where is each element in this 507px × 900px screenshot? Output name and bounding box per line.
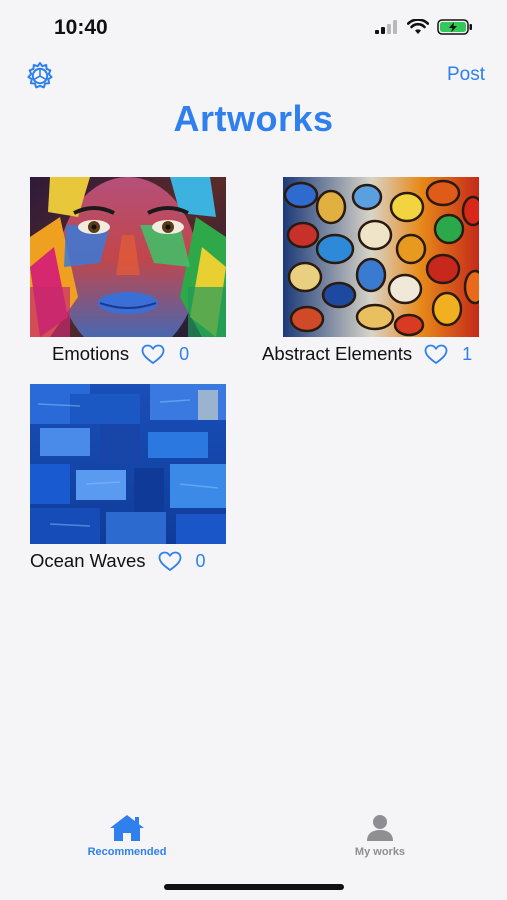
home-indicator: [164, 884, 344, 890]
home-icon: [110, 815, 144, 841]
person-icon: [367, 815, 393, 841]
like-count: 0: [179, 343, 190, 364]
heart-icon: [141, 344, 165, 364]
artwork-title: Abstract Elements: [262, 343, 413, 364]
like-count: 1: [462, 343, 473, 364]
tab-bar: Recommended My works: [0, 810, 507, 880]
battery-charging-icon: [437, 19, 472, 35]
artwork-card-emotions[interactable]: Emotions 0: [30, 177, 226, 364]
artwork-title: Emotions: [52, 343, 130, 364]
tab-recommended[interactable]: Recommended: [62, 814, 192, 858]
like-button[interactable]: 0: [141, 344, 189, 365]
status-bar: 10:40: [0, 0, 507, 56]
artwork-title: Ocean Waves: [30, 550, 146, 571]
gear-icon: [27, 62, 53, 89]
tab-label: My works: [354, 846, 406, 858]
artwork-image-emotions[interactable]: [30, 177, 226, 337]
artwork-card-ocean-waves[interactable]: Ocean Waves 0: [30, 384, 226, 571]
heart-icon: [424, 344, 448, 364]
artwork-card-abstract-elements[interactable]: Abstract Elements 1: [262, 177, 479, 364]
like-count: 0: [195, 550, 206, 571]
status-time: 10:40: [54, 16, 108, 39]
cellular-signal-icon: [375, 20, 397, 34]
like-button[interactable]: 1: [424, 344, 472, 365]
artwork-image-ocean-waves[interactable]: [30, 384, 226, 544]
settings-button[interactable]: [24, 60, 56, 92]
tab-my-works[interactable]: My works: [315, 814, 445, 858]
artwork-image-abstract-elements[interactable]: [283, 177, 479, 337]
heart-icon: [158, 551, 181, 571]
artwork-caption: Ocean Waves 0: [30, 550, 206, 572]
post-button[interactable]: Post: [447, 64, 485, 86]
wifi-icon: [407, 19, 429, 34]
artwork-caption: Abstract Elements 1: [262, 343, 472, 365]
artwork-caption: Emotions 0: [52, 343, 189, 365]
tab-label: Recommended: [87, 846, 167, 858]
page-title: Artworks: [173, 98, 334, 139]
status-icons: [375, 19, 473, 35]
like-button[interactable]: 0: [158, 551, 206, 572]
